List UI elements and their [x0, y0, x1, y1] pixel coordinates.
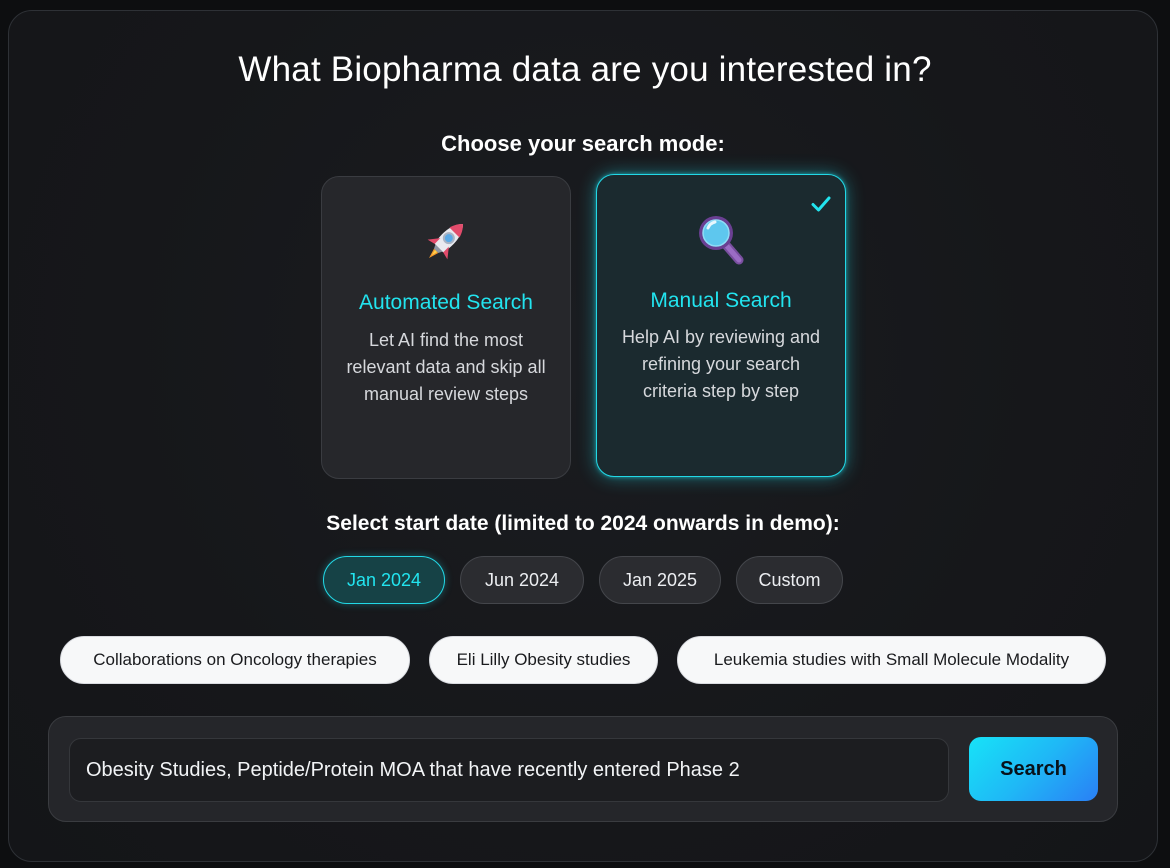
suggestion-chip-oncology[interactable]: Collaborations on Oncology therapies	[60, 636, 410, 684]
search-button[interactable]: Search	[969, 737, 1098, 801]
manual-search-title: Manual Search	[650, 289, 792, 312]
automated-search-description: Let AI find the most relevant data and s…	[346, 330, 546, 404]
manual-search-card[interactable]: Manual Search Help AI by reviewing and r…	[596, 174, 846, 477]
date-option-jan-2024[interactable]: Jan 2024	[323, 556, 445, 604]
date-option-jan-2025[interactable]: Jan 2025	[599, 556, 721, 604]
page-title: What Biopharma data are you interested i…	[238, 50, 932, 89]
suggestion-chip-obesity[interactable]: Eli Lilly Obesity studies	[429, 636, 658, 684]
automated-search-card[interactable]: Automated Search Let AI find the most re…	[321, 176, 571, 479]
search-input[interactable]	[69, 738, 949, 802]
automated-search-title: Automated Search	[359, 291, 533, 314]
search-mode-label: Choose your search mode:	[441, 131, 725, 156]
manual-search-description: Help AI by reviewing and refining your s…	[621, 327, 821, 401]
search-bar: Search	[48, 716, 1118, 822]
start-date-label: Select start date (limited to 2024 onwar…	[326, 512, 840, 535]
date-option-jun-2024[interactable]: Jun 2024	[460, 556, 584, 604]
rocket-icon	[322, 213, 570, 269]
date-option-custom[interactable]: Custom	[736, 556, 843, 604]
magnifier-icon	[597, 211, 845, 267]
suggestion-chip-leukemia[interactable]: Leukemia studies with Small Molecule Mod…	[677, 636, 1106, 684]
